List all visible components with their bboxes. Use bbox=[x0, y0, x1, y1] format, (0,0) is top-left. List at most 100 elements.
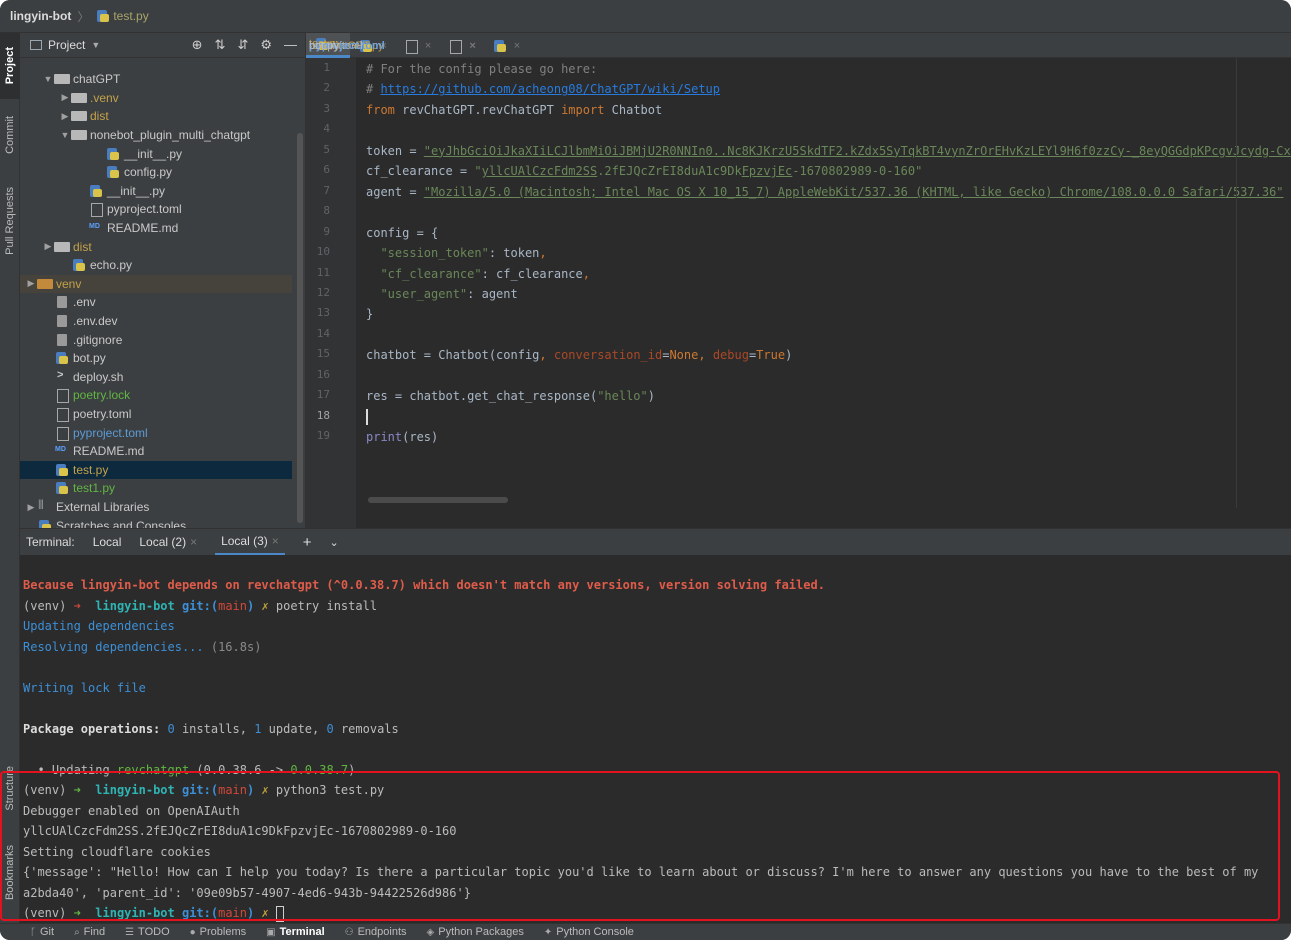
tree-item[interactable]: poetry.lock bbox=[20, 386, 292, 405]
tree-item[interactable]: ▶ .venv bbox=[20, 89, 292, 108]
tree-item[interactable]: ▶ dist bbox=[20, 107, 292, 126]
terminal-token: ➜ bbox=[73, 598, 96, 613]
toml-file-icon bbox=[403, 39, 418, 54]
bottom-tool-label: Problems bbox=[199, 926, 247, 938]
project-scrollbar[interactable] bbox=[297, 133, 303, 523]
bottom-tool-terminal[interactable]: ▣ Terminal bbox=[266, 926, 324, 938]
chevron-right-icon[interactable]: ▶ bbox=[59, 111, 71, 122]
tree-item[interactable]: __init__.py bbox=[20, 182, 292, 201]
tree-item[interactable]: .gitignore bbox=[20, 330, 292, 349]
bottom-tool-git[interactable]: ᚴ Git bbox=[30, 926, 54, 938]
tree-item-label: nonebot_plugin_multi_chatgpt bbox=[90, 128, 251, 143]
tool-tab-structure[interactable]: Structure bbox=[0, 753, 20, 823]
toml-file-icon bbox=[54, 408, 70, 423]
tree-item[interactable]: __init__.py bbox=[20, 144, 292, 163]
tree-item[interactable]: README.md bbox=[20, 442, 292, 461]
tree-item[interactable]: ▼ chatGPT bbox=[20, 70, 292, 89]
close-icon[interactable]: × bbox=[469, 40, 475, 52]
code-token: "eyJhbGciOiJkaXIiLCJlbmMiOiJBMjU2R0NNIn0… bbox=[423, 143, 1291, 158]
toml-file-icon bbox=[54, 426, 70, 441]
chevron-right-icon[interactable]: ▶ bbox=[25, 278, 37, 289]
tree-item[interactable]: ▶ dist bbox=[20, 237, 292, 256]
terminal-tab[interactable]: Local (2) × bbox=[139, 529, 197, 556]
terminal-output[interactable]: Because lingyin-bot depends on revchatgp… bbox=[20, 555, 1291, 923]
locate-icon[interactable]: ⊕ bbox=[192, 37, 203, 53]
tool-tab-commit[interactable]: Commit bbox=[0, 103, 20, 167]
line-number: 8 bbox=[323, 204, 330, 218]
tree-item[interactable]: pyproject.toml bbox=[20, 200, 292, 219]
tree-item[interactable]: .env.dev bbox=[20, 312, 292, 331]
tree-item[interactable]: test.py bbox=[20, 460, 292, 480]
code-token: # bbox=[366, 82, 381, 97]
close-icon[interactable]: × bbox=[425, 40, 431, 52]
tree-item[interactable]: README.md bbox=[20, 219, 292, 238]
line-number: 13 bbox=[316, 306, 330, 320]
terminal-tab[interactable]: Local (3) × bbox=[215, 529, 285, 556]
tree-item[interactable]: echo.py bbox=[20, 256, 292, 275]
markdown-file-icon bbox=[88, 222, 104, 234]
gear-icon[interactable]: ⚙ bbox=[260, 37, 272, 53]
line-number: 10 bbox=[316, 245, 330, 259]
code-token[interactable]: https://github.com/acheong08/ChatGPT/wik… bbox=[380, 82, 720, 96]
code-area[interactable]: # For the config please go here: # https:… bbox=[366, 58, 1291, 528]
editor-horizontal-scrollbar[interactable] bbox=[368, 497, 508, 503]
close-icon[interactable]: × bbox=[514, 40, 520, 52]
close-icon[interactable]: × bbox=[272, 534, 279, 548]
tree-item[interactable]: test1.py bbox=[20, 479, 292, 498]
chevron-down-icon[interactable]: ⌄ bbox=[330, 536, 339, 549]
chevron-right-icon[interactable]: ▶ bbox=[25, 502, 37, 513]
chevron-right-icon[interactable]: ▶ bbox=[42, 241, 54, 252]
editor-tab[interactable]: bot.py × bbox=[309, 33, 528, 58]
expand-all-icon[interactable]: ⇅ bbox=[215, 37, 226, 53]
python-file-icon bbox=[71, 259, 87, 272]
hide-icon[interactable]: — bbox=[284, 37, 297, 53]
terminal-token: Updating dependencies bbox=[23, 619, 175, 633]
tree-item[interactable]: .env bbox=[20, 293, 292, 312]
breadcrumb-file[interactable]: test.py bbox=[95, 9, 149, 23]
editor-tab[interactable]: pyproject.toml × bbox=[309, 33, 483, 58]
tree-item[interactable]: deploy.sh bbox=[20, 368, 292, 387]
line-number: 17 bbox=[316, 388, 330, 402]
chevron-right-icon[interactable]: ▶ bbox=[59, 92, 71, 103]
terminal-token: git:( bbox=[181, 906, 219, 920]
bottom-tool-endpoints[interactable]: ⚇ Endpoints bbox=[345, 926, 407, 938]
bottom-tool-python-console[interactable]: ✦ Python Console bbox=[544, 926, 634, 938]
tree-item[interactable]: pyproject.toml bbox=[20, 423, 292, 442]
tree-item[interactable]: config.py bbox=[20, 163, 292, 182]
line-number: 6 bbox=[323, 163, 330, 177]
chevron-down-icon[interactable]: ▼ bbox=[59, 130, 71, 140]
terminal-token: ✗ bbox=[261, 783, 276, 797]
tree-item[interactable]: ▼ nonebot_plugin_multi_chatgpt bbox=[20, 126, 292, 145]
tool-tab-project[interactable]: Project bbox=[0, 33, 20, 99]
chevron-down-icon[interactable]: ▼ bbox=[91, 40, 100, 50]
tree-item[interactable]: ▶ venv bbox=[20, 274, 292, 294]
code-token: , bbox=[539, 246, 547, 261]
tree-item-label: .venv bbox=[90, 90, 119, 105]
editor-tab[interactable]: poetry.toml × bbox=[309, 33, 439, 58]
terminal-cursor bbox=[275, 905, 284, 922]
bottom-tool-problems[interactable]: ● Problems bbox=[190, 926, 247, 938]
project-panel-title[interactable]: Project bbox=[48, 38, 85, 52]
bottom-tool-todo[interactable]: ☰ TODO bbox=[125, 926, 170, 938]
tool-tab-pull-requests[interactable]: Pull Requests bbox=[0, 173, 20, 269]
terminal-line: Updating dependencies bbox=[23, 616, 175, 636]
breadcrumb-project[interactable]: lingyin-bot bbox=[10, 9, 71, 23]
terminal-token: ) bbox=[247, 598, 262, 613]
tree-item-label: dist bbox=[73, 239, 92, 254]
terminal-tab[interactable]: Local bbox=[93, 529, 122, 556]
collapse-all-icon[interactable]: ⇵ bbox=[237, 37, 248, 53]
bottom-tool-find[interactable]: ⌕ Find bbox=[74, 926, 105, 938]
terminal-token: {'message': "Hello! How can I help you t… bbox=[23, 865, 1259, 879]
close-icon[interactable]: × bbox=[190, 535, 197, 549]
new-terminal-icon[interactable]: + bbox=[303, 534, 312, 551]
chevron-down-icon[interactable]: ▼ bbox=[42, 74, 54, 84]
tree-item[interactable]: ▶ External Libraries bbox=[20, 498, 292, 517]
tool-tab-project-label: Project bbox=[4, 47, 16, 85]
tool-tab-bookmarks[interactable]: Bookmarks bbox=[0, 833, 20, 913]
tree-item[interactable]: bot.py bbox=[20, 349, 292, 368]
tree-item-label: chatGPT bbox=[73, 72, 121, 87]
bottom-tool-python-packages[interactable]: ◈ Python Packages bbox=[427, 926, 524, 938]
tree-item[interactable]: poetry.toml bbox=[20, 405, 292, 424]
python-file-icon bbox=[54, 482, 70, 495]
terminal-line: • Updating revchatgpt (0.0.38.6 -> 0.0.3… bbox=[23, 760, 355, 780]
